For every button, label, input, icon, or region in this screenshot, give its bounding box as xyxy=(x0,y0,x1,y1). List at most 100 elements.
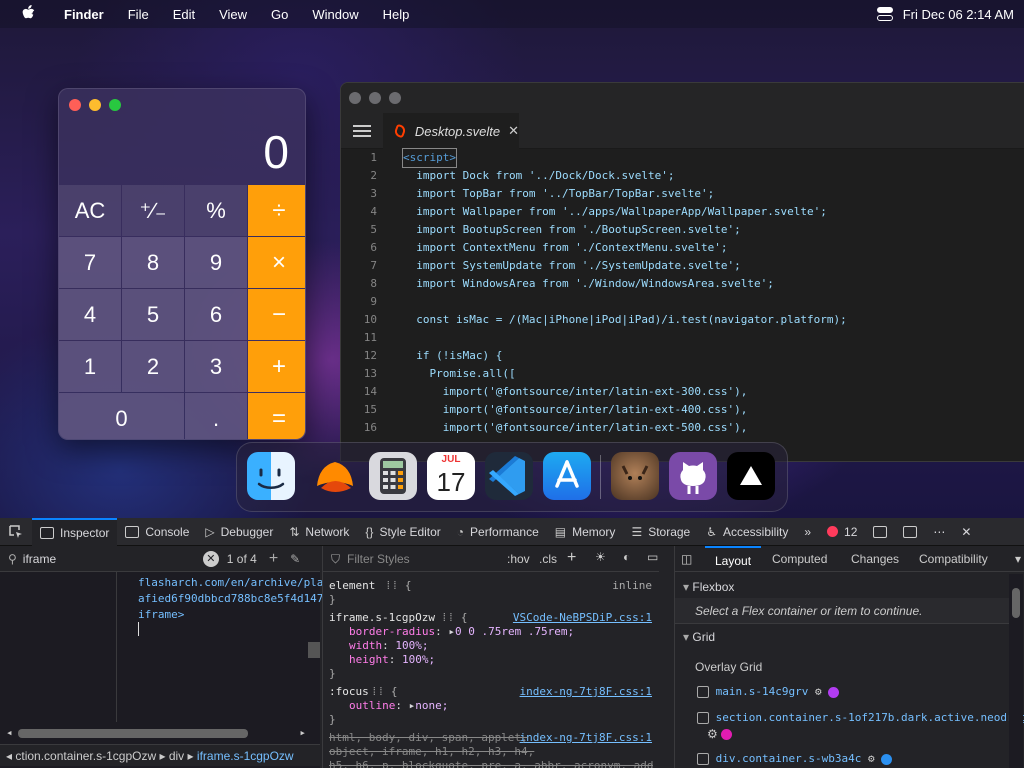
key-7[interactable]: 7 xyxy=(59,237,121,288)
grid-checkbox[interactable] xyxy=(697,712,709,724)
cls-toggle[interactable]: .cls xyxy=(539,552,557,566)
control-center-icon[interactable] xyxy=(876,7,893,21)
rule-declaration[interactable]: width: 100%; xyxy=(349,639,429,652)
tab-storage[interactable]: ☰ Storage xyxy=(623,518,698,546)
cat-photo-app-icon[interactable] xyxy=(611,452,659,500)
zoom-window-button[interactable] xyxy=(389,92,401,104)
app-store-icon[interactable] xyxy=(543,452,591,500)
grid-color-swatch[interactable] xyxy=(721,729,733,741)
code-area[interactable]: 1 <script> 2 import Dock from '../Dock/Do… xyxy=(341,148,1024,461)
close-devtools-icon[interactable]: ✕ xyxy=(953,518,979,546)
tab-accessibility[interactable]: ♿ Accessibility xyxy=(698,518,796,546)
dock-side-icon[interactable] xyxy=(895,518,925,546)
tab-console[interactable]: Console xyxy=(117,518,197,546)
hov-toggle[interactable]: :hov xyxy=(507,552,530,566)
rule-reset-source-link[interactable]: index-ng-7tj8F.css:1 xyxy=(520,731,652,744)
key-2[interactable]: 2 xyxy=(122,341,184,392)
grid-checkbox[interactable] xyxy=(697,686,709,698)
tab-layout[interactable]: Layout xyxy=(705,546,762,572)
menu-go[interactable]: Go xyxy=(271,7,288,22)
rule-declaration[interactable]: outline: ▸none; xyxy=(349,699,448,712)
tab-style-editor[interactable]: {} Style Editor xyxy=(357,518,448,546)
grid-color-swatch[interactable] xyxy=(881,753,893,765)
tab-computed[interactable]: Computed xyxy=(772,552,827,566)
calculator-app-icon[interactable] xyxy=(369,452,417,500)
vercel-app-icon[interactable] xyxy=(727,452,775,500)
key-equals[interactable]: = xyxy=(248,393,305,439)
gear-icon[interactable]: ⚙ xyxy=(707,727,718,741)
grid-item[interactable]: main.s-14c9grv ⚙ xyxy=(697,685,840,698)
key-5[interactable]: 5 xyxy=(122,289,184,340)
add-node-icon[interactable]: + xyxy=(269,550,278,568)
menu-icon[interactable] xyxy=(353,125,371,137)
breadcrumb-arrow-icon[interactable]: ◂ xyxy=(6,749,12,763)
print-media-icon[interactable]: ▭ xyxy=(647,550,658,564)
more-tabs-icon[interactable]: » xyxy=(796,518,819,546)
key-subtract[interactable]: − xyxy=(248,289,305,340)
tab-debugger[interactable]: ▷ Debugger xyxy=(197,518,281,546)
error-counter[interactable]: 12 xyxy=(819,518,865,546)
layout-scrollbar[interactable] xyxy=(1009,574,1023,768)
markup-search-input[interactable]: iframe xyxy=(23,552,183,566)
close-window-button[interactable] xyxy=(69,99,81,111)
menu-app-name[interactable]: Finder xyxy=(64,7,104,22)
breadcrumb-item[interactable]: ction.container.s-1cgpOzw xyxy=(15,749,156,763)
rule-declaration[interactable]: height: 100%; xyxy=(349,653,435,666)
tab-network[interactable]: ⇅ Network xyxy=(281,518,357,546)
grid-checkbox[interactable] xyxy=(697,753,709,765)
markup-vertical-scrollbar[interactable] xyxy=(308,642,320,658)
more-options-icon[interactable]: ⋯ xyxy=(925,518,953,546)
tab-compatibility[interactable]: Compatibility xyxy=(919,552,988,566)
zoom-window-button[interactable] xyxy=(109,99,121,111)
tab-memory[interactable]: ▤ Memory xyxy=(547,518,624,546)
finder-app-icon[interactable] xyxy=(247,452,295,500)
key-percent[interactable]: % xyxy=(185,185,247,236)
gear-icon[interactable]: ⚙ xyxy=(868,752,875,765)
close-window-button[interactable] xyxy=(349,92,361,104)
key-9[interactable]: 9 xyxy=(185,237,247,288)
clear-search-icon[interactable]: ✕ xyxy=(202,550,219,567)
flexbox-section-header[interactable]: ▾ Flexbox xyxy=(683,580,734,594)
menu-help[interactable]: Help xyxy=(383,7,410,22)
close-tab-icon[interactable]: ✕ xyxy=(508,123,519,139)
add-rule-icon[interactable]: + xyxy=(567,549,576,567)
tab-changes[interactable]: Changes xyxy=(851,552,899,566)
dark-mode-icon[interactable]: ◐ xyxy=(623,550,630,564)
key-multiply[interactable]: × xyxy=(248,237,305,288)
key-plus-minus[interactable]: ⁺∕₋ xyxy=(122,185,184,236)
menu-clock[interactable]: Fri Dec 06 2:14 AM xyxy=(903,7,1014,22)
editor-tab[interactable]: Desktop.svelte ✕ xyxy=(383,113,519,149)
key-3[interactable]: 3 xyxy=(185,341,247,392)
menu-edit[interactable]: Edit xyxy=(173,7,195,22)
menu-view[interactable]: View xyxy=(219,7,247,22)
light-mode-icon[interactable]: ☀ xyxy=(595,550,606,564)
minimize-window-button[interactable] xyxy=(89,99,101,111)
markup-horizontal-scrollbar[interactable]: ◂ ▸ xyxy=(6,726,306,740)
key-6[interactable]: 6 xyxy=(185,289,247,340)
key-8[interactable]: 8 xyxy=(122,237,184,288)
tab-inspector[interactable]: Inspector xyxy=(32,517,118,546)
vscode-app-icon[interactable] xyxy=(485,452,533,500)
grid-item[interactable]: section.container.s-1of217b.dark.active.… xyxy=(697,711,1024,724)
tab-performance[interactable]: ◔ Performance xyxy=(449,518,547,546)
toggle-split-console-icon[interactable] xyxy=(865,518,895,546)
minimize-window-button[interactable] xyxy=(369,92,381,104)
apple-icon[interactable] xyxy=(20,4,38,24)
markup-view[interactable]: flasharch.com/en/archive/pla afied6f90db… xyxy=(0,572,323,768)
key-divide[interactable]: ÷ xyxy=(248,185,305,236)
rule-iframe-source-link[interactable]: VSCode-NeBPSDiP.css:1 xyxy=(513,611,652,624)
element-picker-icon[interactable] xyxy=(0,518,32,546)
firefox-app-icon[interactable] xyxy=(311,452,359,500)
key-clear[interactable]: AC xyxy=(59,185,121,236)
key-1[interactable]: 1 xyxy=(59,341,121,392)
toggle-sidebar-icon[interactable]: ◫ xyxy=(681,552,692,566)
rule-focus-source-link[interactable]: index-ng-7tj8F.css:1 xyxy=(520,685,652,698)
rule-declaration[interactable]: border-radius: ▸0 0 .75rem .75rem; xyxy=(349,625,574,638)
key-decimal[interactable]: . xyxy=(185,393,247,439)
menu-window[interactable]: Window xyxy=(312,7,358,22)
eyedropper-icon[interactable]: ✎ xyxy=(290,552,300,566)
breadcrumb-item[interactable]: div xyxy=(169,749,184,763)
gear-icon[interactable]: ⚙ xyxy=(815,685,822,698)
filter-styles-input[interactable]: Filter Styles xyxy=(347,552,410,566)
grid-color-swatch[interactable] xyxy=(828,686,840,698)
